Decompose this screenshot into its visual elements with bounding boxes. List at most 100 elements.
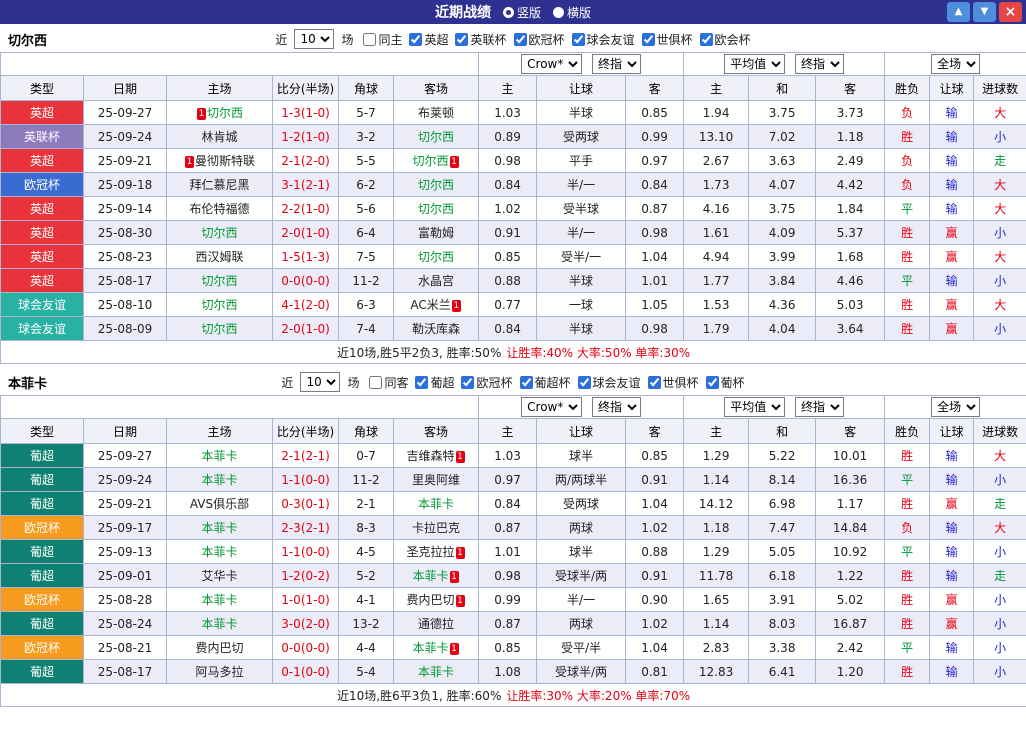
away-team-cell: 水晶宫 xyxy=(392,268,480,293)
away-team-cell: 费内巴切 1 xyxy=(392,587,480,612)
checkbox-input[interactable] xyxy=(571,32,585,46)
away-team-cell: 本菲卡 1 xyxy=(392,635,480,660)
odds-company-select[interactable]: Crow* xyxy=(521,54,583,74)
radio-vertical-layout[interactable]: 竖版 xyxy=(502,4,541,21)
checkbox-input[interactable] xyxy=(699,32,713,46)
away-team-cell: 切尔西 xyxy=(392,196,480,221)
summary-row: 近10场,胜6平3负1, 胜率:60% 让胜率:30% 大率:20% 单率:70% xyxy=(0,683,1026,707)
away-team-cell: AC米兰 1 xyxy=(392,292,480,317)
column-header: 类型 xyxy=(0,418,84,444)
handicap-line: 球半 xyxy=(536,539,627,564)
euro-home-odds: 1.73 xyxy=(683,172,750,197)
filter-checkbox[interactable]: 球会友谊 xyxy=(571,31,635,48)
checkbox-input[interactable] xyxy=(415,375,429,389)
filter-checkbox[interactable]: 世俱杯 xyxy=(647,374,699,391)
checkbox-input[interactable] xyxy=(363,32,377,46)
euro-home-odds: 2.67 xyxy=(683,148,750,173)
filter-checkbox[interactable]: 欧冠杯 xyxy=(513,31,565,48)
filter-checkbox[interactable]: 欧会杯 xyxy=(699,31,751,48)
red-card-badge: 1 xyxy=(455,547,465,559)
final-odds-select[interactable]: 终指 xyxy=(591,397,641,417)
close-button[interactable]: × xyxy=(999,2,1022,22)
checkbox-label: 同主 xyxy=(378,32,403,47)
result-handicap: 赢 xyxy=(929,316,975,341)
checkbox-input[interactable] xyxy=(519,375,533,389)
filter-checkbox[interactable]: 葡超 xyxy=(415,374,454,391)
team-name: 本菲卡 xyxy=(201,449,238,463)
move-up-button[interactable]: ▲ xyxy=(947,2,970,22)
euro-away-odds: 5.03 xyxy=(815,292,886,317)
column-header-row: 类型 日期 主场 比分(半场) 角球 客场主让球客主和客胜负 让球 进球数 xyxy=(0,418,1026,444)
result-handicap: 赢 xyxy=(929,220,975,245)
away-team-cell: 本菲卡 xyxy=(392,659,480,684)
checkbox-label: 英联杯 xyxy=(470,32,507,47)
league-badge: 欧冠杯 xyxy=(0,635,84,660)
handicap-line: 一球 xyxy=(536,292,627,317)
handicap-line: 平手 xyxy=(536,148,627,173)
filter-checkbox[interactable]: 世俱杯 xyxy=(641,31,693,48)
checkbox-input[interactable] xyxy=(647,375,661,389)
corner-score: 6-3 xyxy=(338,292,394,317)
handicap-line: 半/一 xyxy=(536,587,627,612)
result-goals: 大 xyxy=(973,443,1026,468)
average-odds-select[interactable]: 平均值 xyxy=(724,54,786,74)
move-down-button[interactable]: ▼ xyxy=(973,2,996,22)
result-goals: 大 xyxy=(973,292,1026,317)
result-handicap: 输 xyxy=(929,515,975,540)
handicap-line: 受两球 xyxy=(536,491,627,516)
result-goals: 小 xyxy=(973,220,1026,245)
result-outcome: 平 xyxy=(884,467,931,492)
filter-checkbox[interactable]: 欧冠杯 xyxy=(461,374,513,391)
summary-rates-text: 让胜率:30% 大率:20% 单率:70% xyxy=(506,688,691,703)
handicap-away-odds: 0.98 xyxy=(625,220,685,245)
checkbox-input[interactable] xyxy=(455,32,469,46)
final-odds-select[interactable]: 终指 xyxy=(795,54,845,74)
corner-score: 6-2 xyxy=(338,172,394,197)
recent-count-select[interactable]: 10 xyxy=(300,372,341,392)
handicap-home-odds: 1.01 xyxy=(478,539,538,564)
filter-checkbox[interactable]: 葡超杯 xyxy=(519,374,571,391)
match-row: 欧冠杯 25-08-28 本菲卡 1-0(1-0) 4-1 费内巴切 1 0.99 半/一 0.9… xyxy=(0,587,1026,612)
filter-checkbox[interactable]: 英超 xyxy=(409,31,448,48)
checkbox-input[interactable] xyxy=(641,32,655,46)
league-badge: 球会友谊 xyxy=(0,292,84,317)
final-odds-select[interactable]: 终指 xyxy=(795,397,845,417)
checkbox-input[interactable] xyxy=(369,375,383,389)
checkbox-input[interactable] xyxy=(461,375,475,389)
checkbox-input[interactable] xyxy=(409,32,423,46)
radio-dot-icon xyxy=(553,6,564,18)
recent-suffix-label: 场 xyxy=(347,375,360,390)
filter-checkbox[interactable]: 英联杯 xyxy=(455,31,507,48)
filter-checkbox[interactable]: 葡杯 xyxy=(705,374,745,391)
scope-select[interactable]: 全场 xyxy=(931,397,981,417)
corner-score: 5-2 xyxy=(338,563,394,588)
home-team-cell: 本菲卡 xyxy=(166,515,273,540)
euro-draw-odds: 3.75 xyxy=(748,196,817,221)
euro-home-odds: 1.29 xyxy=(683,443,750,468)
filter-checkbox[interactable]: 同客 xyxy=(369,374,408,391)
match-date: 25-08-24 xyxy=(83,611,167,636)
filter-checkbox[interactable]: 同主 xyxy=(363,31,402,48)
euro-home-odds: 13.10 xyxy=(683,124,750,149)
red-card-badge: 1 xyxy=(449,156,459,168)
checkbox-input[interactable] xyxy=(513,32,527,46)
average-odds-select[interactable]: 平均值 xyxy=(724,397,786,417)
checkbox-input[interactable] xyxy=(577,375,591,389)
recent-count-select[interactable]: 10 xyxy=(294,29,335,49)
scope-select[interactable]: 全场 xyxy=(931,54,981,74)
corner-score: 11-2 xyxy=(338,467,394,492)
summary-row: 近10场,胜5平2负3, 胜率:50% 让胜率:40% 大率:50% 单率:30% xyxy=(0,340,1026,364)
euro-away-odds: 5.37 xyxy=(815,220,886,245)
result-outcome: 胜 xyxy=(884,443,931,468)
odds-company-select[interactable]: Crow* xyxy=(521,397,583,417)
final-odds-select[interactable]: 终指 xyxy=(591,54,641,74)
handicap-away-odds: 0.91 xyxy=(625,563,685,588)
euro-home-odds: 1.18 xyxy=(683,515,750,540)
handicap-line: 受球半/两 xyxy=(536,659,627,684)
radio-horizontal-layout[interactable]: 横版 xyxy=(553,4,591,21)
result-outcome: 平 xyxy=(884,635,931,660)
filter-checkbox[interactable]: 球会友谊 xyxy=(577,374,641,391)
corner-score: 0-7 xyxy=(338,443,394,468)
euro-draw-odds: 8.03 xyxy=(748,611,817,636)
checkbox-input[interactable] xyxy=(705,375,719,389)
